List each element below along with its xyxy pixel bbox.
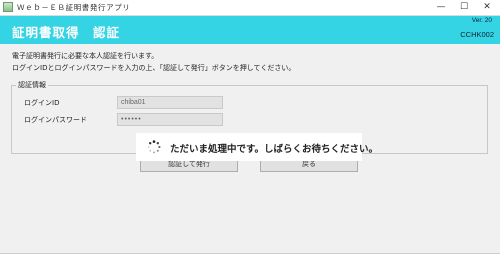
window-title: Ｗｅｂ－ＥＢ証明書発行アプリ — [17, 3, 131, 12]
window-titlebar: Ｗｅｂ－ＥＢ証明書発行アプリ — ☐ ✕ — [0, 0, 500, 16]
login-id-label: ログインID — [24, 99, 60, 107]
spinner-icon — [147, 140, 161, 154]
loading-message: ただいま処理中です。しばらくお待ちください。 — [170, 144, 379, 155]
version-label: Ver. 20 — [471, 17, 492, 24]
app-icon — [3, 2, 13, 12]
maximize-button[interactable]: ☐ — [453, 0, 475, 15]
minimize-button[interactable]: — — [430, 0, 452, 15]
login-id-field[interactable]: chiba01 — [117, 96, 223, 109]
loading-overlay: ただいま処理中です。しばらくお待ちください。 — [136, 133, 378, 161]
instruction-line-1: 電子証明書発行に必要な本人認証を行います。 — [12, 52, 159, 60]
auth-info-legend: 認証情報 — [16, 80, 48, 90]
screen-id: CCHK002 — [460, 30, 494, 39]
page-header: Ver. 20 証明書取得 認証 CCHK002 — [0, 16, 500, 44]
password-label: ログインパスワード — [24, 116, 87, 124]
page-title: 証明書取得 認証 — [12, 25, 121, 40]
instruction-line-2: ログインIDとログインパスワードを入力の上、「認証して発行」ボタンを押してくださ… — [12, 64, 296, 72]
close-button[interactable]: ✕ — [476, 0, 498, 15]
password-field[interactable]: •••••• — [117, 113, 223, 126]
